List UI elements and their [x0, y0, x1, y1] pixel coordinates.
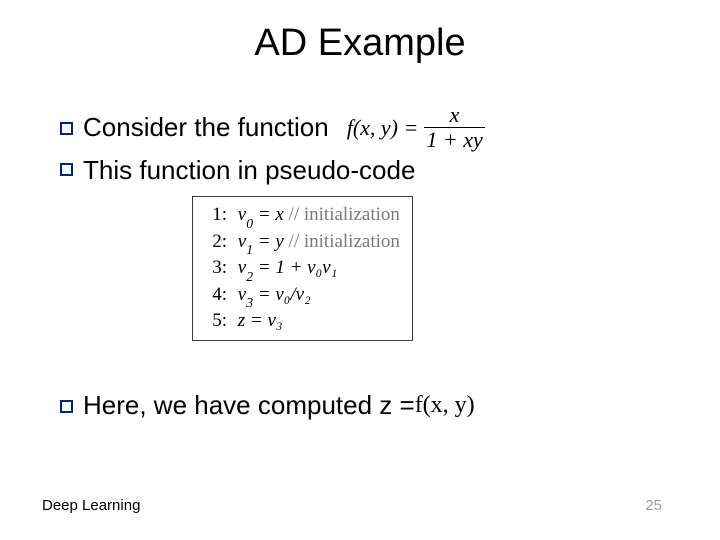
line-number: 3:	[205, 256, 227, 281]
line-number: 1:	[205, 203, 227, 228]
code-comment: // initialization	[284, 204, 400, 225]
code-line: 5: z = v₃	[205, 309, 400, 334]
code-line: 4: v3 = v₀/v₂	[205, 283, 400, 310]
bullet-2: This function in pseudo-code	[60, 153, 670, 188]
code-comment: // initialization	[284, 231, 400, 252]
footer-left: Deep Learning	[42, 497, 140, 514]
code-line: 1: v0 = x // initialization	[205, 203, 400, 230]
bullet-square-icon	[60, 122, 73, 135]
content-block: Consider the function f(x, y) = x 1 + xy…	[60, 104, 670, 188]
bullet-square-icon	[60, 163, 73, 176]
bullet-1: Consider the function f(x, y) = x 1 + xy	[60, 104, 670, 151]
code-line: 3: v2 = 1 + v₀v₁	[205, 256, 400, 283]
bullet-3-fn: f(x, y)	[415, 392, 475, 419]
bullet-2-text: This function in pseudo-code	[83, 153, 415, 188]
formula: f(x, y) = x 1 + xy	[347, 104, 485, 151]
page-number: 25	[645, 497, 662, 514]
bullet-1-text: Consider the function	[83, 110, 329, 145]
bullet-3-text: Here, we have computed z =	[83, 390, 415, 421]
bullet-square-icon	[60, 400, 73, 413]
bullet-3: Here, we have computed z = f(x, y)	[60, 390, 475, 421]
code-line: 2: v1 = y // initialization	[205, 230, 400, 257]
formula-numerator: x	[448, 104, 462, 127]
pseudocode-box: 1: v0 = x // initialization 2: v1 = y //…	[192, 196, 413, 341]
formula-fraction: x 1 + xy	[424, 104, 484, 151]
slide-title: AD Example	[0, 22, 720, 65]
line-number: 5:	[205, 309, 227, 334]
slide: AD Example Consider the function f(x, y)…	[0, 0, 720, 540]
formula-lhs: f(x, y) =	[347, 113, 419, 143]
line-number: 4:	[205, 283, 227, 308]
line-number: 2:	[205, 230, 227, 255]
formula-denominator: 1 + xy	[424, 127, 484, 151]
